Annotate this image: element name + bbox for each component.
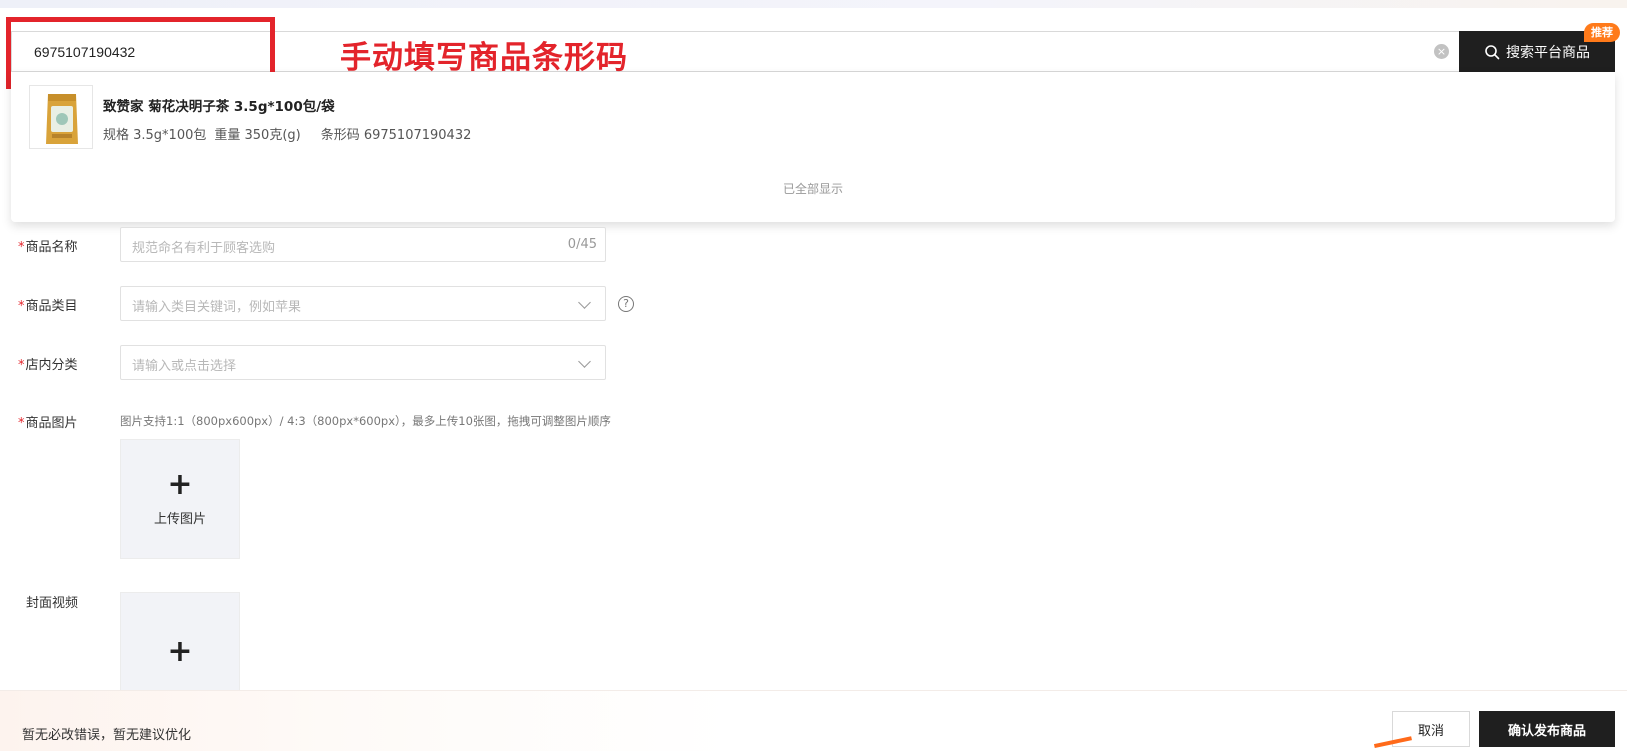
chevron-down-icon — [578, 296, 591, 309]
upload-image-button[interactable]: + 上传图片 — [120, 439, 240, 559]
validation-status-text: 暂无必改错误，暂无建议优化 — [22, 728, 192, 743]
confirm-publish-button[interactable]: 确认发布商品 — [1479, 711, 1615, 747]
store-category-placeholder: 请输入或点击选择 — [132, 359, 237, 374]
product-weight: 重量 350克(g) — [214, 128, 301, 143]
all-results-shown-text: 已全部显示 — [782, 182, 843, 196]
product-barcode: 条形码 6975107190432 — [320, 128, 472, 143]
store-category-select[interactable]: 请输入或点击选择 — [120, 345, 606, 380]
product-package-image — [46, 94, 78, 144]
char-counter: 0/45 — [567, 237, 597, 252]
product-name-placeholder: 规范命名有利于顾客选购 — [132, 241, 276, 256]
search-icon — [1485, 44, 1500, 59]
search-result-item[interactable]: 致赞家 菊花决明子茶 3.5g*100包/袋 规格 3.5g*100包 重量 3… — [11, 72, 1615, 160]
product-title: 致赞家 菊花决明子茶 3.5g*100包/袋 — [103, 99, 335, 115]
product-thumbnail — [29, 85, 93, 149]
category-label: *商品类目 — [18, 299, 78, 314]
search-results-dropdown: 致赞家 菊花决明子茶 3.5g*100包/袋 规格 3.5g*100包 重量 3… — [11, 72, 1615, 222]
category-placeholder: 请输入类目关键词，例如苹果 — [132, 300, 302, 315]
search-button-label: 搜索平台商品 — [1506, 44, 1590, 61]
images-hint: 图片支持1:1（800px600px）/ 4:3（800px*600px），最多… — [120, 414, 611, 428]
upload-video-button[interactable]: + — [120, 592, 240, 692]
help-icon[interactable]: ? — [618, 296, 634, 312]
annotation-text: 手动填写商品条形码 — [340, 40, 628, 76]
product-meta: 规格 3.5g*100包 重量 350克(g) 条形码 697510719043… — [103, 124, 471, 143]
product-name-input[interactable]: 规范命名有利于顾客选购 0/45 — [120, 227, 606, 262]
product-spec: 规格 3.5g*100包 — [103, 128, 207, 143]
plus-icon: + — [167, 467, 193, 502]
upload-image-label: 上传图片 — [153, 512, 206, 527]
chevron-down-icon — [578, 355, 591, 368]
product-category-select[interactable]: 请输入类目关键词，例如苹果 — [120, 286, 606, 321]
images-label: *商品图片 — [18, 416, 78, 431]
plus-icon: + — [167, 634, 193, 669]
top-gradient-strip — [0, 0, 1627, 8]
clear-icon[interactable]: × — [1434, 44, 1449, 59]
video-label: 封面视频 — [26, 596, 79, 611]
name-label: *商品名称 — [18, 240, 78, 255]
recommended-badge: 推荐 — [1584, 23, 1620, 42]
store-category-label: *店内分类 — [18, 358, 78, 373]
